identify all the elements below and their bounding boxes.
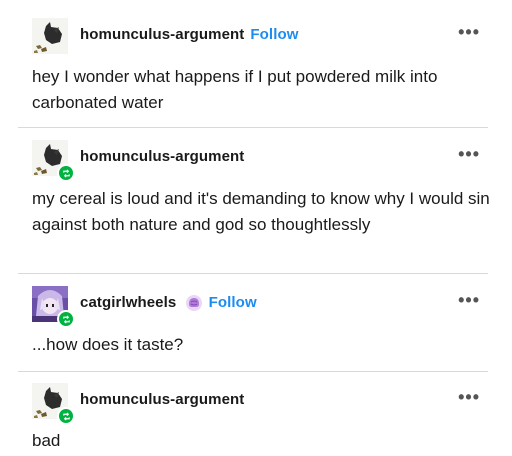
reblog-icon [57, 310, 75, 328]
reblog-icon [57, 407, 75, 425]
post-header: catgirlwheels Follow ••• [32, 286, 492, 328]
dog-avatar-icon[interactable] [32, 140, 75, 182]
post-text: bad [32, 431, 61, 450]
post-text: hey I wonder what happens if I put powde… [32, 67, 438, 112]
more-options-icon[interactable]: ••• [458, 22, 480, 43]
divider [18, 371, 488, 372]
username[interactable]: catgirlwheels Follow [80, 294, 257, 312]
more-options-icon[interactable]: ••• [458, 144, 480, 165]
anime-avatar-icon[interactable] [32, 286, 75, 328]
post-header: homunculus-argument Follow ••• [32, 18, 492, 54]
follow-button[interactable]: Follow [209, 294, 257, 311]
username[interactable]: homunculus-argument [80, 391, 244, 408]
post-header: homunculus-argument ••• [32, 140, 492, 182]
post-text: ...how does it taste? [32, 335, 184, 354]
dog-avatar-icon[interactable] [32, 383, 75, 425]
more-options-icon[interactable]: ••• [458, 387, 480, 408]
post-text: my cereal is loud and it's demanding to … [32, 189, 490, 234]
username[interactable]: homunculus-argument [80, 148, 244, 165]
reblog-icon [57, 164, 75, 182]
brain-badge-icon [185, 295, 202, 312]
username[interactable]: homunculus-argument Follow [80, 26, 299, 43]
username-text[interactable]: homunculus-argument [80, 26, 244, 43]
more-options-icon[interactable]: ••• [458, 290, 480, 311]
divider [18, 273, 488, 274]
dog-avatar-icon[interactable] [32, 18, 68, 54]
username-text[interactable]: catgirlwheels [80, 294, 176, 311]
post-header: homunculus-argument ••• [32, 383, 492, 425]
divider [18, 127, 488, 128]
follow-button[interactable]: Follow [250, 26, 298, 43]
